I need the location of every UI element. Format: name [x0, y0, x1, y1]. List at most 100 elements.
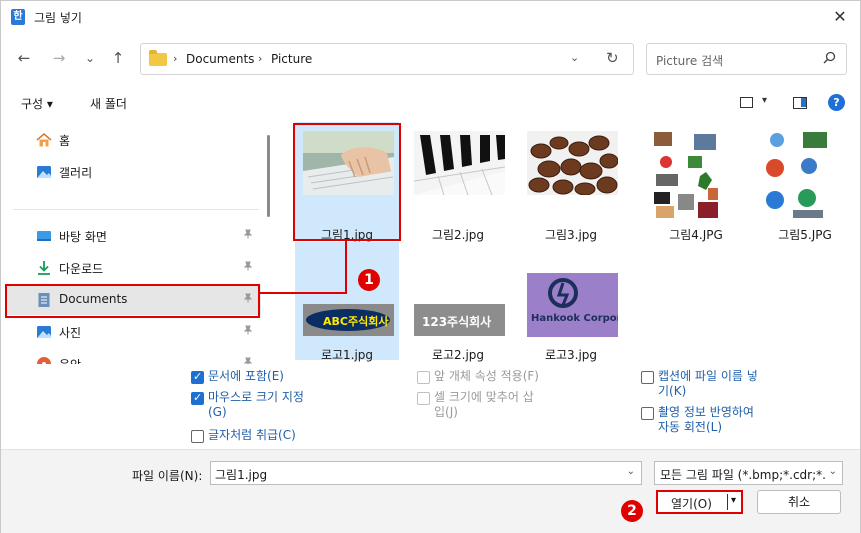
- music-icon: [36, 356, 52, 364]
- chevron-down-icon[interactable]: ⌄: [627, 466, 635, 477]
- desktop-icon: [36, 228, 52, 244]
- caption-filename-label: 캡션에 파일 이름 넣: [658, 369, 758, 383]
- back-arrow-icon[interactable]: ←: [13, 47, 35, 69]
- exif-rotate-checkbox[interactable]: [641, 407, 654, 420]
- file-item-logo1[interactable]: ABC주식회사 로고1.jpg: [295, 242, 399, 362]
- forward-arrow-icon[interactable]: →: [48, 47, 70, 69]
- file-name: 그림5.JPG: [778, 228, 832, 242]
- logo2-text: 123주식회사: [422, 314, 491, 329]
- breadcrumb-separator-icon: ›: [173, 52, 178, 65]
- sidebar-item-label: 사진: [59, 326, 82, 340]
- breadcrumb-picture[interactable]: Picture: [271, 52, 312, 66]
- breadcrumb-documents[interactable]: Documents: [186, 52, 254, 66]
- filename-label: 파일 이름(N):: [132, 469, 203, 483]
- help-icon[interactable]: ?: [828, 94, 845, 111]
- apply-front-attr-label: 앞 개체 속성 적용(F): [434, 369, 539, 383]
- file-name: 그림3.jpg: [544, 228, 598, 242]
- refresh-icon[interactable]: ↻: [606, 49, 619, 67]
- cancel-button[interactable]: 취소: [757, 490, 841, 514]
- file-item-picture5[interactable]: 그림5.JPG: [753, 122, 857, 242]
- file-item-picture3[interactable]: 그림3.jpg: [519, 122, 623, 242]
- file-thumbnail: Hankook Corporation: [527, 273, 618, 337]
- annotation-marker-1: 1: [358, 269, 380, 291]
- fit-cell-checkbox[interactable]: [417, 392, 430, 405]
- annotation-marker-2: 2: [621, 500, 643, 522]
- sidebar-item-label: 음악: [59, 356, 81, 364]
- sidebar-item-label: 갤러리: [59, 166, 93, 180]
- include-in-doc-checkbox[interactable]: [191, 370, 204, 384]
- apply-front-attr-checkbox[interactable]: [417, 371, 430, 384]
- open-dropdown-icon[interactable]: ▾: [731, 495, 736, 506]
- file-item-logo2[interactable]: 123주식회사 로고2.jpg: [406, 242, 510, 362]
- pin-icon[interactable]: [243, 357, 253, 364]
- file-thumbnail: ABC주식회사: [303, 304, 394, 336]
- file-type-value: 모든 그림 파일 (*.bmp;*.cdr;*.c: [660, 468, 826, 482]
- file-item-logo3[interactable]: Hankook Corporation 로고3.jpg: [519, 242, 623, 362]
- file-thumbnail: [414, 131, 505, 195]
- recent-locations-chevron-icon[interactable]: ⌄: [79, 47, 101, 69]
- new-folder-button[interactable]: 새 폴더: [90, 95, 127, 112]
- sidebar-item-pictures[interactable]: 사진: [5, 317, 261, 347]
- breadcrumb-separator-icon: ›: [258, 52, 263, 65]
- mouse-size-checkbox[interactable]: [191, 391, 204, 405]
- file-item-picture4[interactable]: 그림4.JPG: [644, 122, 748, 242]
- chevron-down-icon[interactable]: ⌄: [828, 466, 837, 477]
- address-dropdown-icon[interactable]: ⌄: [570, 51, 579, 64]
- annotation-connector: [260, 292, 347, 294]
- folder-icon: [149, 50, 167, 66]
- sidebar-item-gallery[interactable]: 갤러리: [5, 157, 261, 187]
- file-thumbnail: [527, 131, 618, 195]
- pin-icon[interactable]: [243, 261, 253, 274]
- caption-filename-label-line2: 기(K): [658, 384, 687, 398]
- view-options-icon[interactable]: [740, 97, 753, 108]
- up-arrow-icon[interactable]: ↑: [107, 47, 129, 69]
- view-chevron-icon[interactable]: ▾: [762, 95, 767, 106]
- pin-icon[interactable]: [243, 325, 253, 338]
- file-name: 로고2.jpg: [431, 348, 485, 362]
- search-placeholder: Picture 검색: [656, 54, 724, 68]
- sidebar-item-label: 홈: [59, 134, 71, 148]
- sidebar-item-desktop[interactable]: 바탕 화면: [5, 221, 261, 251]
- open-button-label: 열기(O): [671, 497, 712, 511]
- mouse-size-label-line2: (G): [208, 405, 227, 419]
- bottom-panel: 파일 이름(N): 그림1.jpg ⌄ 모든 그림 파일 (*.bmp;*.cd…: [1, 449, 860, 533]
- pictures-icon: [36, 324, 52, 340]
- sidebar-item-downloads[interactable]: 다운로드: [5, 253, 261, 283]
- pin-icon[interactable]: [243, 229, 253, 242]
- file-thumbnail: 123주식회사: [414, 304, 505, 336]
- open-button[interactable]: 열기(O) ▾: [656, 490, 743, 514]
- preview-pane-icon[interactable]: [793, 97, 807, 109]
- sidebar-item-home[interactable]: 홈: [5, 125, 261, 155]
- annotation-connector: [345, 241, 347, 294]
- file-name: 그림4.JPG: [669, 228, 723, 242]
- organize-button[interactable]: 구성 ▾: [21, 95, 53, 112]
- file-item-picture2[interactable]: 그림2.jpg: [406, 122, 510, 242]
- exif-rotate-label-line2: 자동 회전(L): [658, 420, 723, 434]
- home-icon: [36, 132, 52, 148]
- hancom-app-icon: 한: [11, 9, 25, 25]
- treat-as-char-checkbox[interactable]: [191, 430, 204, 443]
- annotation-highlight-picture1: [293, 123, 401, 241]
- file-thumbnail: [650, 128, 722, 222]
- treat-as-char-label: 글자처럼 취급(C): [208, 428, 296, 442]
- filename-value: 그림1.jpg: [215, 468, 268, 482]
- caption-filename-checkbox[interactable]: [641, 371, 654, 384]
- annotation-highlight-documents: [5, 284, 260, 318]
- sidebar-scrollbar[interactable]: [267, 135, 270, 217]
- file-type-select[interactable]: 모든 그림 파일 (*.bmp;*.cdr;*.c ⌄: [654, 461, 843, 485]
- sidebar-item-label: 바탕 화면: [59, 230, 107, 244]
- mouse-size-label: 마우스로 크기 지정: [208, 390, 304, 404]
- sidebar-item-music[interactable]: 음악: [5, 349, 261, 364]
- search-box[interactable]: Picture 검색: [646, 43, 847, 75]
- address-bar[interactable]: › Documents › Picture ⌄ ↻: [140, 43, 634, 75]
- navigation-bar: ← → ⌄ ↑ › Documents › Picture ⌄ ↻ Pictur…: [1, 39, 860, 79]
- file-name: 로고3.jpg: [544, 348, 598, 362]
- dialog-title: 그림 넣기: [34, 11, 82, 25]
- filename-input[interactable]: 그림1.jpg ⌄: [210, 461, 642, 485]
- exif-rotate-label: 촬영 정보 반영하여: [658, 405, 754, 419]
- close-button[interactable]: ✕: [830, 7, 850, 27]
- sidebar-item-label: 다운로드: [59, 262, 104, 276]
- fit-cell-label: 셀 크기에 맞추어 삽: [434, 390, 534, 404]
- search-icon: [823, 51, 836, 68]
- fit-cell-label-line2: 입(J): [434, 405, 458, 419]
